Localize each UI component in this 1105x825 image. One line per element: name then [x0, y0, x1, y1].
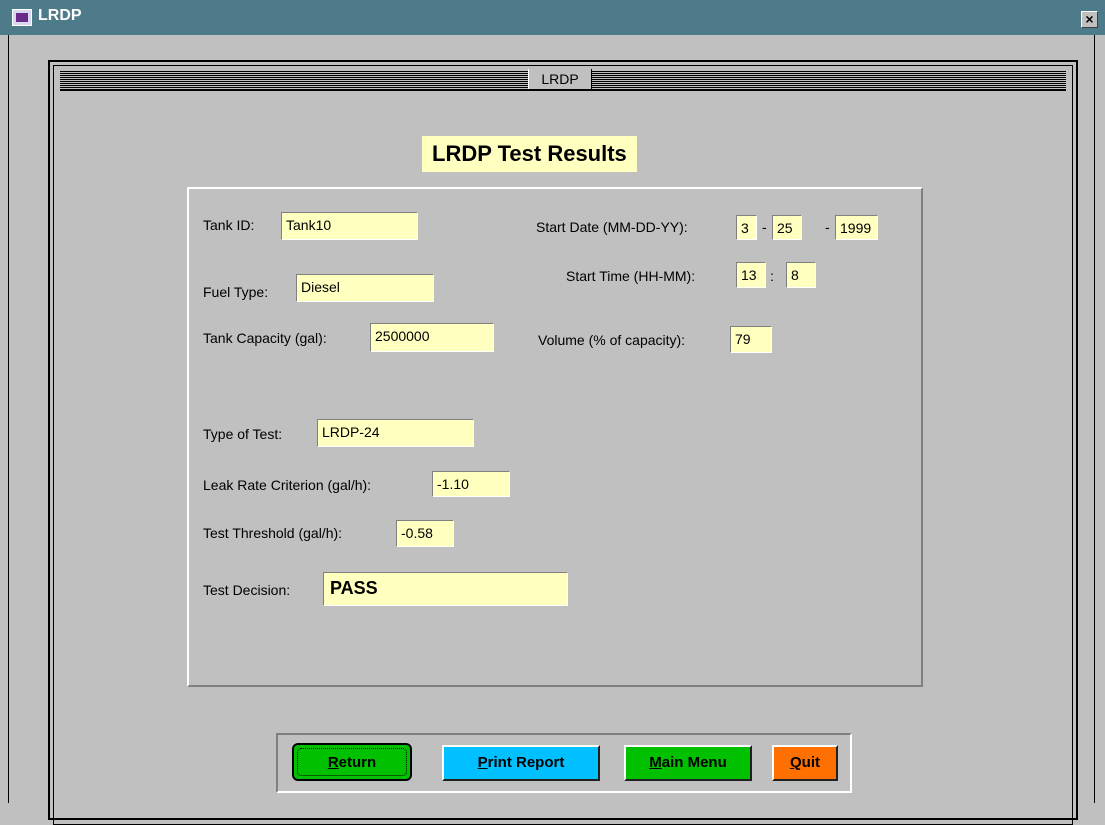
start-date-label: Start Date (MM-DD-YY):	[536, 219, 688, 235]
app-icon[interactable]	[12, 9, 32, 26]
start-year-field[interactable]: 1999	[835, 215, 878, 240]
tank-capacity-label: Tank Capacity (gal):	[203, 330, 327, 346]
fuel-type-label: Fuel Type:	[203, 284, 269, 300]
fuel-type-field[interactable]: Diesel	[296, 274, 434, 302]
decision-label: Test Decision:	[203, 582, 291, 598]
print-label: rint Report	[487, 754, 565, 771]
page-title: LRDP Test Results	[422, 136, 637, 172]
return-hotkey: R	[327, 754, 339, 771]
window-border-right	[1094, 35, 1095, 803]
menu-label: ain Menu	[661, 754, 727, 771]
start-month-field[interactable]: 3	[736, 215, 757, 240]
start-time-label: Start Time (HH-MM):	[566, 268, 696, 284]
date-separator: -	[762, 219, 767, 235]
threshold-label: Test Threshold (gal/h):	[203, 525, 343, 541]
close-icon[interactable]: ×	[1081, 11, 1098, 28]
form-title: LRDP	[528, 69, 592, 89]
tank-id-label: Tank ID:	[203, 217, 255, 233]
menu-hotkey: M	[649, 754, 662, 771]
date-separator: -	[825, 219, 830, 235]
return-button[interactable]: Return	[292, 743, 412, 781]
leak-rate-label: Leak Rate Criterion (gal/h):	[203, 477, 372, 493]
threshold-field[interactable]: -0.58	[396, 520, 454, 547]
time-separator: :	[770, 268, 774, 284]
quit-button[interactable]: Quit	[772, 745, 838, 781]
main-menu-button[interactable]: Main Menu	[624, 745, 752, 781]
return-label: eturn	[338, 754, 377, 771]
start-day-field[interactable]: 25	[772, 215, 802, 240]
tank-id-field[interactable]: Tank10	[281, 212, 418, 240]
title-bar	[0, 0, 1105, 35]
window-title: LRDP	[38, 7, 82, 24]
window-border-left	[8, 35, 9, 803]
start-minute-field[interactable]: 8	[786, 262, 816, 288]
quit-hotkey: Q	[790, 754, 802, 771]
decision-field[interactable]: PASS	[323, 572, 568, 606]
print-hotkey: P	[477, 754, 488, 771]
volume-field[interactable]: 79	[730, 326, 772, 353]
leak-rate-field[interactable]: -1.10	[432, 471, 510, 497]
test-type-field[interactable]: LRDP-24	[317, 419, 474, 447]
start-hour-field[interactable]: 13	[736, 262, 766, 288]
quit-label: uit	[801, 754, 820, 771]
tank-capacity-field[interactable]: 2500000	[370, 323, 494, 352]
print-report-button[interactable]: Print Report	[442, 745, 600, 781]
volume-label: Volume (% of capacity):	[538, 332, 686, 348]
test-type-label: Type of Test:	[203, 426, 283, 442]
